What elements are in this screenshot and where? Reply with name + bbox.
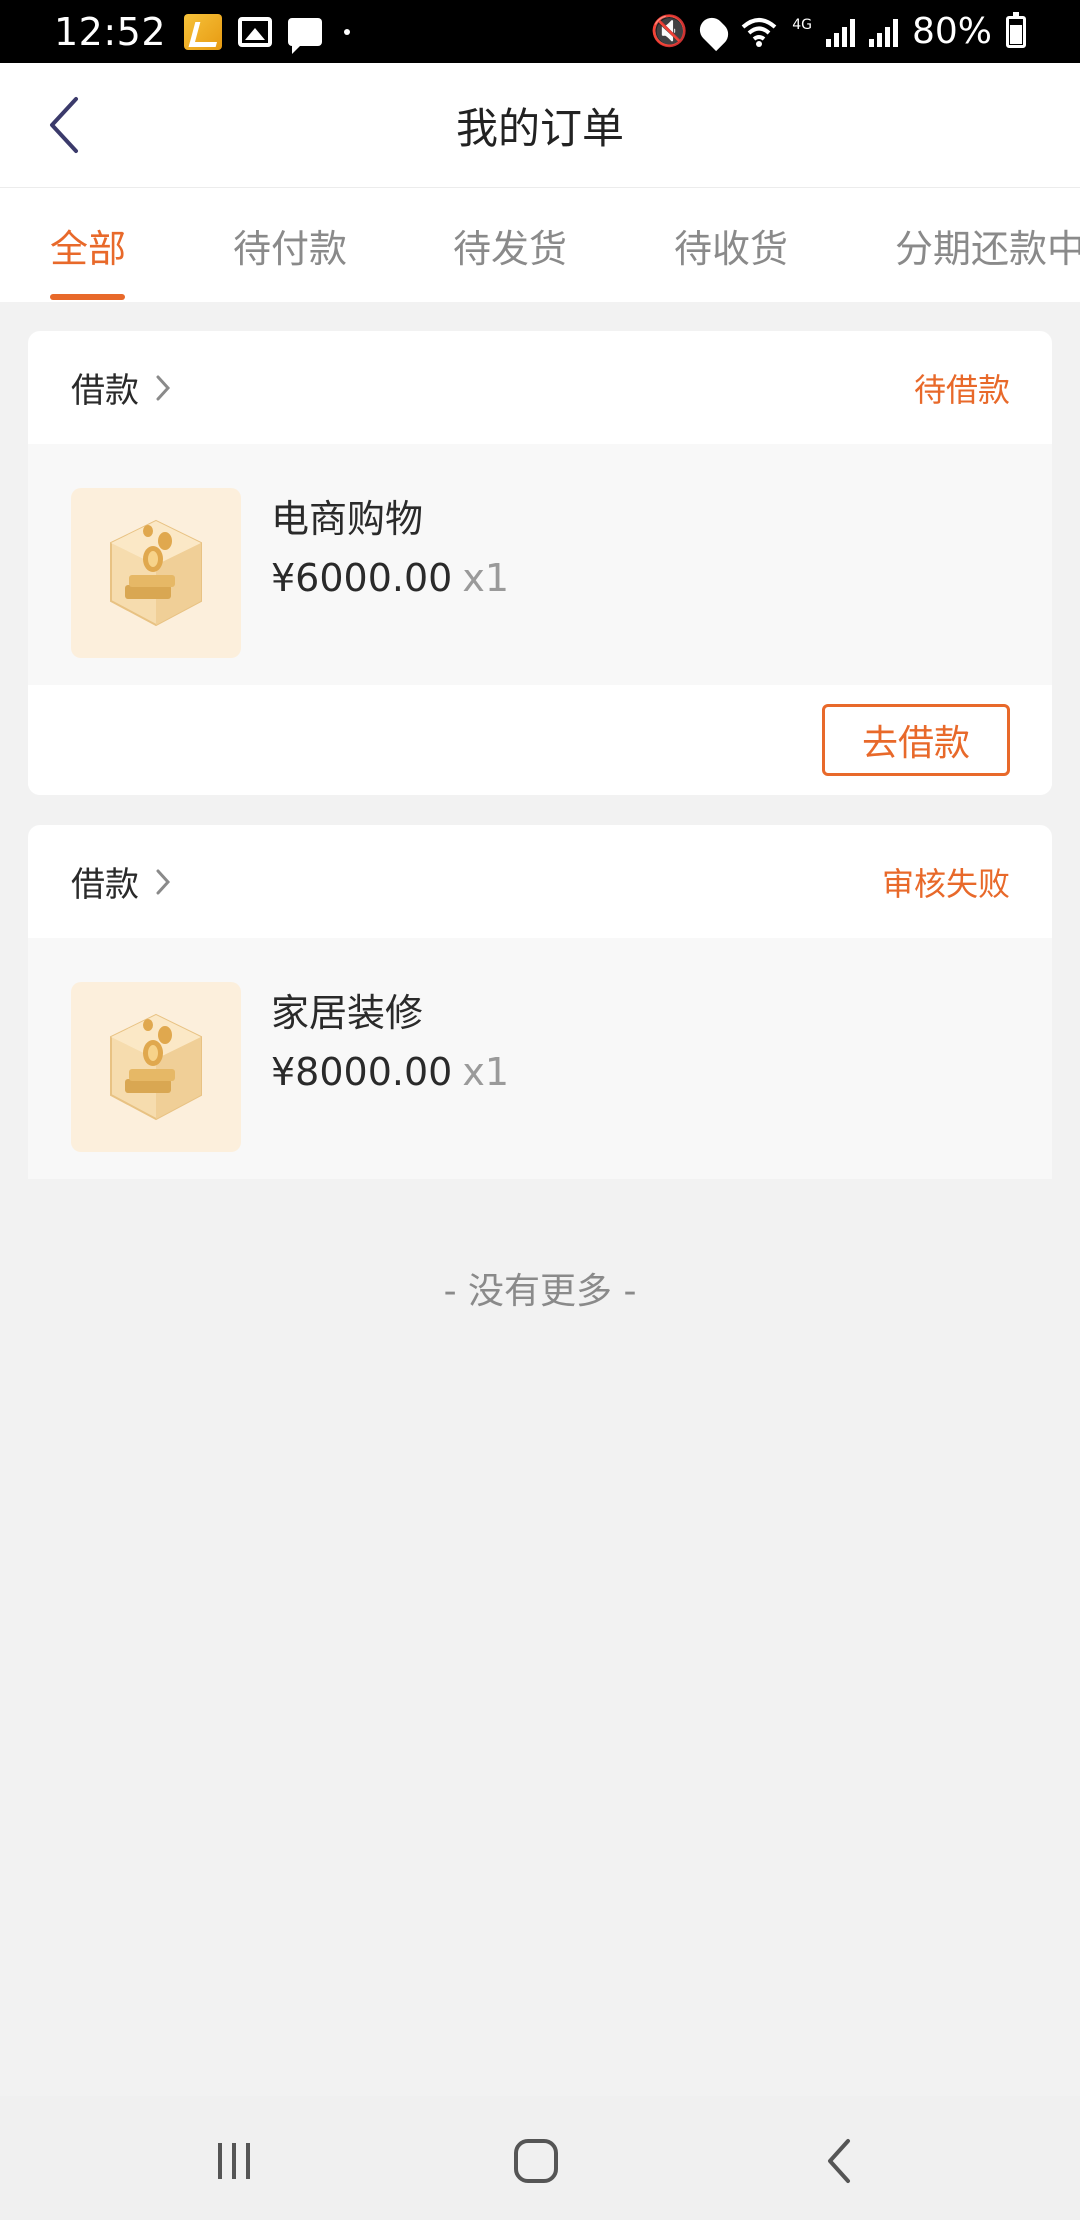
message-icon [288, 17, 323, 54]
home-icon [514, 2139, 558, 2183]
system-back-button[interactable] [804, 2126, 874, 2196]
order-item[interactable]: 家居装修 ¥8000.00 x1 [28, 938, 1052, 1179]
more-notifications-dot-icon [344, 28, 351, 35]
order-card-header[interactable]: 借款 待借款 [28, 331, 1052, 444]
product-quantity: x1 [462, 556, 509, 600]
product-thumbnail [71, 488, 241, 658]
product-name: 电商购物 [271, 497, 424, 541]
tab-installment-repaying[interactable]: 分期还款中 [895, 188, 1080, 302]
network-type-label: 4G [792, 17, 812, 33]
order-tabs: 全部 待付款 待发货 待收货 分期还款中 [0, 188, 1080, 302]
order-status-badge: 待借款 [913, 370, 1010, 409]
signal-icon [825, 17, 855, 47]
signal-icon-2 [868, 17, 898, 47]
product-thumbnail [71, 982, 241, 1152]
home-button[interactable] [501, 2126, 571, 2196]
status-bar: 12:52 🔇 4G 80% [0, 0, 1080, 63]
battery-icon [1006, 11, 1026, 48]
coin-box-icon [110, 1013, 202, 1121]
back-icon [828, 2139, 850, 2183]
system-navigation-bar [0, 2096, 1080, 2220]
tab-pending-payment[interactable]: 待付款 [233, 188, 347, 302]
tab-pending-receipt[interactable]: 待收货 [674, 188, 788, 302]
gallery-icon [238, 16, 273, 47]
tab-pending-shipment[interactable]: 待发货 [453, 188, 567, 302]
chevron-right-icon [155, 374, 171, 402]
mute-icon: 🔇 [650, 14, 689, 49]
order-type-label: 借款 [71, 371, 139, 411]
active-tab-indicator [50, 294, 125, 300]
recent-apps-icon [218, 2143, 250, 2179]
order-card: 借款 待借款 电商购物 ¥6000.00 x1 去借款 [28, 331, 1052, 795]
product-name: 家居装修 [271, 991, 424, 1035]
chevron-right-icon [155, 868, 171, 896]
order-item[interactable]: 电商购物 ¥6000.00 x1 [28, 444, 1052, 685]
status-time: 12:52 [54, 9, 167, 54]
coin-box-icon [110, 519, 202, 627]
app-notification-icon [184, 13, 223, 50]
navigation-bar: 我的订单 [0, 63, 1080, 188]
tab-all[interactable]: 全部 [50, 188, 126, 302]
page-title: 我的订单 [455, 104, 624, 153]
order-card: 借款 审核失败 家居装修 ¥8000.00 x1 [28, 825, 1052, 1179]
order-status-badge: 审核失败 [881, 864, 1010, 903]
order-type-label: 借款 [71, 865, 139, 905]
product-price-row: ¥6000.00 x1 [271, 556, 509, 600]
product-quantity: x1 [462, 1050, 509, 1094]
wifi-icon [741, 17, 777, 47]
no-more-text: - 没有更多 - [443, 1271, 637, 1312]
product-price: ¥8000.00 [271, 1050, 453, 1094]
order-card-footer: 去借款 [28, 685, 1052, 795]
product-price-row: ¥8000.00 x1 [271, 1050, 509, 1094]
location-icon [695, 12, 734, 51]
battery-percent: 80% [911, 11, 992, 52]
recent-apps-button[interactable] [199, 2126, 269, 2196]
product-price: ¥6000.00 [271, 556, 453, 600]
order-card-header[interactable]: 借款 审核失败 [28, 825, 1052, 938]
go-borrow-button[interactable]: 去借款 [822, 704, 1010, 776]
